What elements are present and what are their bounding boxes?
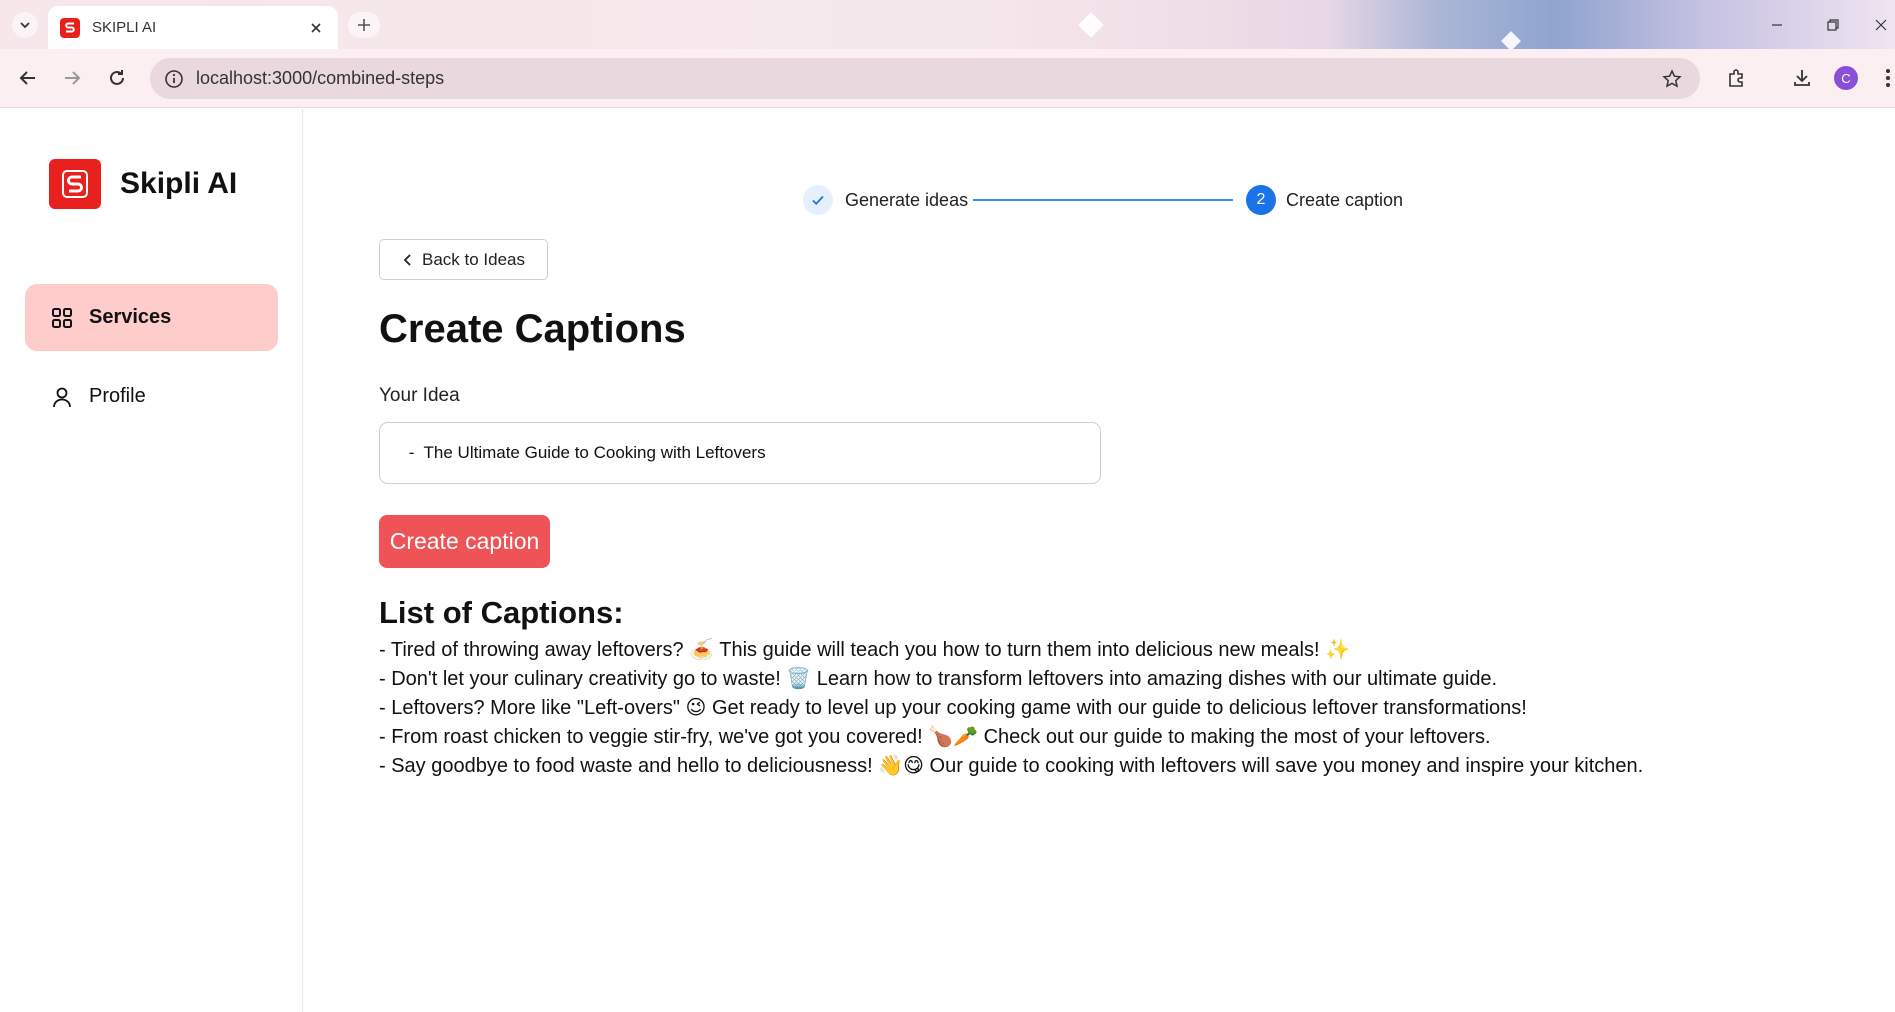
reload-button[interactable]: [102, 63, 132, 93]
close-window-icon[interactable]: [1868, 12, 1894, 38]
url-text: localhost:3000/combined-steps: [196, 68, 445, 88]
skipli-logo-icon: [49, 159, 101, 209]
tab-search-button[interactable]: [12, 12, 38, 38]
captions-list: - Tired of throwing away leftovers? 🍝 Th…: [379, 636, 1879, 781]
tab-title: SKIPLI AI: [92, 19, 157, 36]
new-tab-button[interactable]: [348, 12, 380, 38]
chevron-left-icon: [402, 253, 412, 267]
captions-list-title: List of Captions:: [379, 595, 624, 630]
create-caption-button[interactable]: Create caption: [379, 515, 550, 568]
step-connector: [973, 199, 1233, 201]
brand[interactable]: Skipli AI: [49, 159, 237, 209]
skipli-favicon-icon: [60, 17, 80, 38]
sidebar-item-label: Services: [89, 306, 172, 328]
theme-decoration: [1501, 31, 1521, 51]
grid-icon: [49, 305, 75, 331]
user-icon: [49, 384, 75, 410]
extensions-icon[interactable]: [1722, 63, 1752, 93]
idea-input[interactable]: [379, 422, 1101, 484]
list-item: - Don't let your culinary creativity go …: [379, 668, 1498, 690]
plus-icon: [358, 19, 370, 31]
site-info-icon[interactable]: [154, 58, 194, 99]
main-content: Generate ideas 2 Create caption Back to …: [304, 109, 1895, 1012]
menu-dots-icon[interactable]: [1880, 63, 1895, 93]
download-icon[interactable]: [1787, 63, 1817, 93]
check-icon: [803, 185, 833, 215]
step-number: 2: [1246, 185, 1276, 215]
sidebar: Skipli AI Services Profile: [0, 109, 303, 1012]
list-item: - Leftovers? More like "Left-overs" 😉 Ge…: [379, 697, 1527, 719]
page-title: Create Captions: [379, 307, 686, 351]
close-tab-icon[interactable]: [306, 18, 326, 38]
sidebar-item-label: Profile: [89, 385, 146, 407]
back-to-ideas-label: Back to Ideas: [421, 249, 525, 269]
chevron-down-icon: [20, 22, 30, 29]
arrow-right-icon: [65, 71, 81, 85]
minimize-icon[interactable]: [1764, 12, 1790, 38]
profile-avatar[interactable]: C: [1834, 66, 1858, 90]
forward-nav-button[interactable]: [57, 63, 87, 93]
back-nav-button[interactable]: [13, 63, 43, 93]
reload-icon: [110, 70, 124, 85]
step-label-generate-ideas: Generate ideas: [845, 190, 969, 210]
brand-name: Skipli AI: [120, 167, 238, 200]
sidebar-item-profile[interactable]: Profile: [25, 363, 278, 430]
bookmark-star-icon[interactable]: [1652, 58, 1692, 99]
browser-tab-strip: SKIPLI AI: [0, 0, 1895, 51]
browser-toolbar: localhost:3000/combined-steps: [0, 49, 1895, 108]
sidebar-item-services[interactable]: Services: [25, 284, 278, 351]
arrow-left-icon: [19, 71, 35, 85]
list-item: - From roast chicken to veggie stir-fry,…: [379, 726, 1491, 748]
back-to-ideas-button[interactable]: Back to Ideas: [379, 239, 548, 280]
browser-tab[interactable]: SKIPLI AI: [48, 6, 338, 49]
list-item: - Say goodbye to food waste and hello to…: [379, 755, 1644, 777]
stepper: Generate ideas 2 Create caption: [803, 184, 1423, 216]
address-bar[interactable]: localhost:3000/combined-steps: [150, 58, 1700, 99]
idea-field-label: Your Idea: [379, 385, 460, 406]
theme-decoration: [1078, 12, 1104, 38]
restore-icon[interactable]: [1820, 12, 1846, 38]
list-item: - Tired of throwing away leftovers? 🍝 Th…: [379, 639, 1350, 661]
step-label-create-caption: Create caption: [1286, 190, 1404, 210]
